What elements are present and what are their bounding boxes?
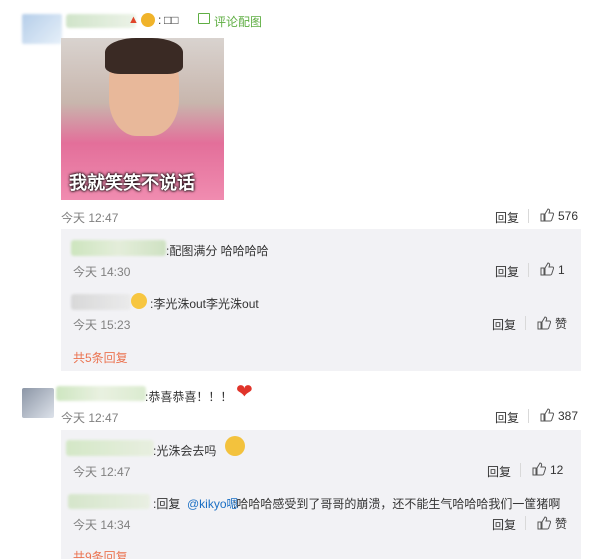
like-count: 387 — [558, 409, 579, 423]
heart-emoji-icon: ❤ — [236, 381, 253, 403]
thumb-up-icon — [537, 316, 552, 330]
thumb-up-icon — [532, 462, 547, 476]
reply-text: :李光洙out李光洙out — [150, 297, 259, 311]
reply-text: :哈哈哈感受到了哥哥的崩溃，还不能生气哈哈哈我们一筐猪啊 — [233, 497, 561, 511]
thumb-up-icon — [540, 408, 555, 422]
comment-user-suffix: : — [158, 13, 162, 27]
image-icon — [198, 13, 210, 24]
reply-button[interactable]: 回复 — [487, 463, 511, 480]
emoji-icon — [131, 293, 147, 309]
vip-badge-icon: ▲ — [128, 14, 139, 26]
like-label: 赞 — [555, 517, 568, 531]
like-button[interactable]: 赞 — [537, 515, 567, 532]
reply-text: :光洙会去吗 — [153, 444, 217, 458]
like-count: 576 — [558, 209, 579, 223]
meme-hair — [105, 38, 183, 74]
more-replies-link[interactable]: 共9条回复 — [73, 548, 128, 559]
like-label: 赞 — [555, 317, 568, 331]
medal-icon — [141, 13, 155, 27]
more-replies-link[interactable]: 共5条回复 — [73, 349, 128, 366]
like-button[interactable]: 12 — [532, 462, 563, 477]
like-count: 12 — [550, 463, 564, 477]
avatar[interactable] — [22, 14, 62, 44]
meme-caption: 我就笑笑不说话 — [69, 173, 195, 193]
avatar[interactable] — [22, 388, 54, 418]
thumb-up-icon — [540, 208, 555, 222]
like-button[interactable]: 赞 — [537, 315, 567, 332]
cat-emoji-icon — [225, 436, 245, 456]
reply-username[interactable] — [71, 294, 131, 310]
comment-box-text: □□ — [164, 13, 179, 27]
like-button[interactable]: 387 — [540, 408, 578, 423]
reply-button[interactable]: 回复 — [492, 516, 516, 533]
reply-time: 今天 14:34 — [73, 518, 131, 532]
comment-text: :恭喜恭喜！！！ — [145, 390, 233, 404]
comment-pic-link[interactable]: 评论配图 — [214, 13, 262, 30]
reply-username[interactable] — [68, 494, 150, 509]
username[interactable] — [66, 14, 136, 28]
reply-time: 今天 12:47 — [73, 465, 131, 479]
comment-time: 今天 12:47 — [61, 411, 119, 425]
like-count: 1 — [558, 263, 565, 277]
reply-time: 今天 14:30 — [73, 265, 131, 279]
like-button[interactable]: 576 — [540, 208, 578, 223]
mention-link[interactable]: @kikyo嗯 — [187, 495, 239, 512]
thumb-up-icon — [537, 516, 552, 530]
thumb-up-icon — [540, 262, 555, 276]
reply-button[interactable]: 回复 — [495, 409, 519, 426]
like-button[interactable]: 1 — [540, 262, 565, 277]
comment-time: 今天 12:47 — [61, 211, 119, 225]
reply-text-prefix: :回复 — [153, 497, 181, 511]
reply-username[interactable] — [71, 240, 166, 256]
username[interactable] — [56, 386, 146, 401]
reply-time: 今天 15:23 — [73, 318, 131, 332]
reply-username[interactable] — [66, 440, 154, 456]
comment-image[interactable]: 我就笑笑不说话 — [61, 38, 224, 200]
reply-button[interactable]: 回复 — [495, 209, 519, 226]
reply-button[interactable]: 回复 — [492, 316, 516, 333]
reply-button[interactable]: 回复 — [495, 263, 519, 280]
reply-text: :配图满分 哈哈哈哈 — [166, 244, 269, 258]
